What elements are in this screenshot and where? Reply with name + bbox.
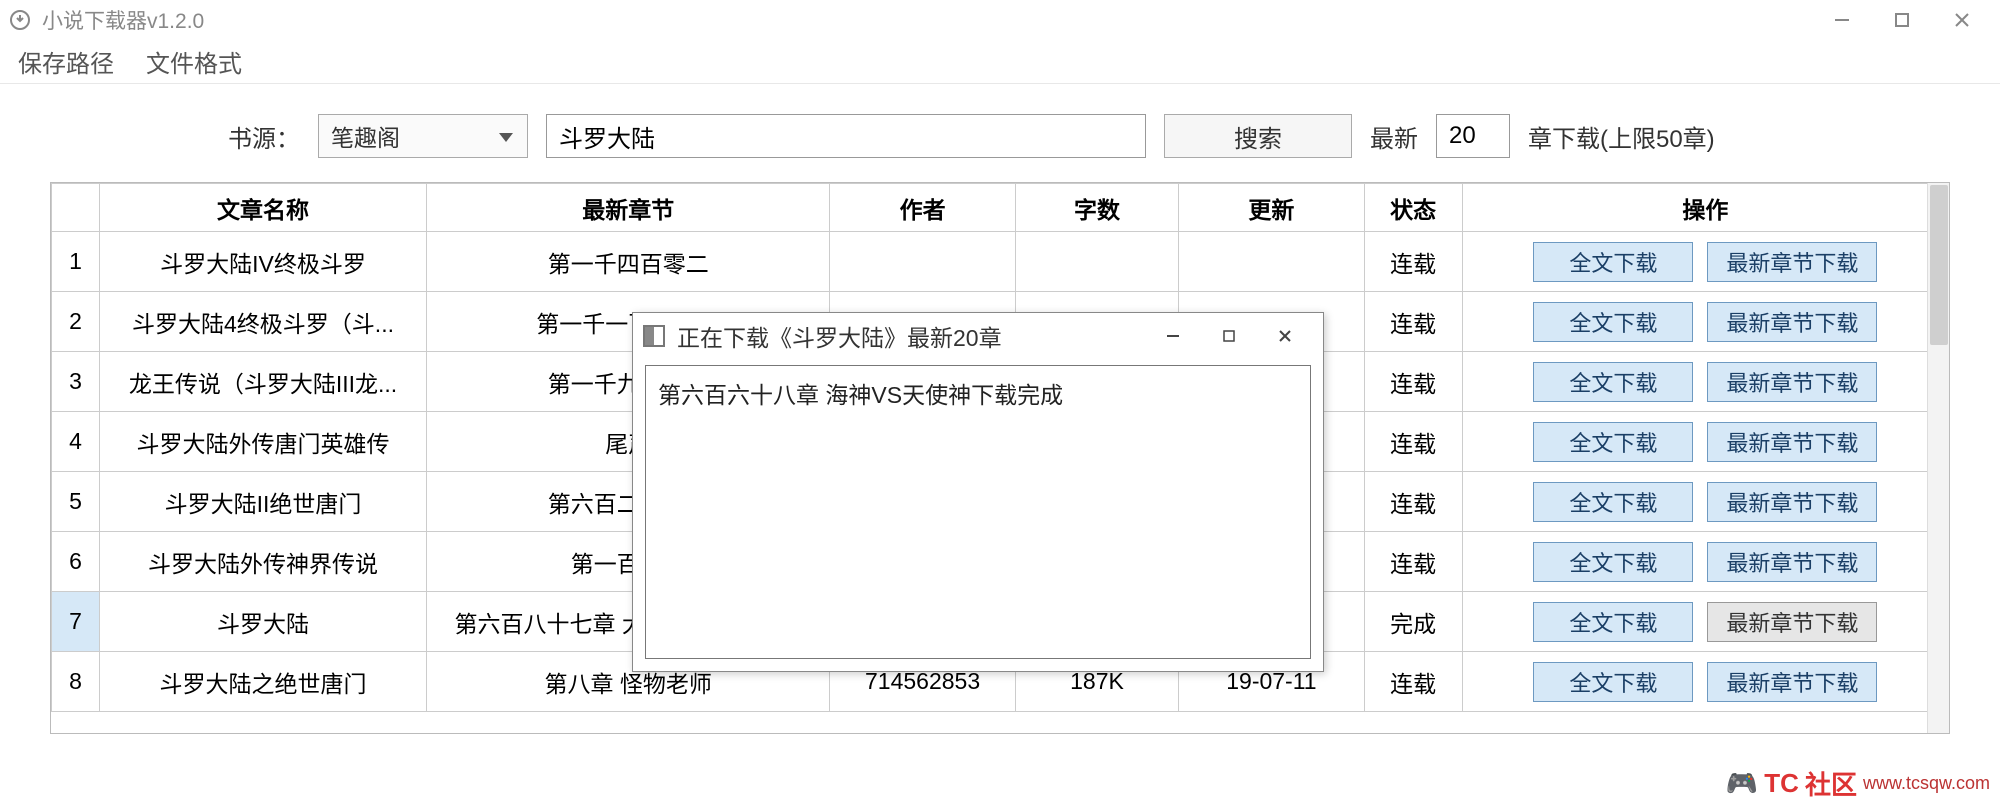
scrollbar-thumb[interactable] [1930, 185, 1948, 345]
dialog-minimize-button[interactable] [1145, 316, 1201, 356]
cell-idx: 1 [52, 232, 100, 292]
table-header-row: 文章名称 最新章节 作者 字数 更新 状态 操作 [52, 184, 1949, 232]
download-full-button[interactable]: 全文下载 [1533, 362, 1693, 402]
chapter-suffix: 章下载(上限50章) [1528, 119, 1715, 154]
titlebar: 小说下载器v1.2.0 [0, 0, 2000, 40]
dialog-body: 第六百六十八章 海神VS天使神下载完成 [645, 365, 1311, 659]
cell-author [830, 232, 1015, 292]
dialog-icon [643, 325, 665, 347]
download-latest-button[interactable]: 最新章节下载 [1707, 422, 1877, 462]
cell-status: 连载 [1364, 232, 1462, 292]
maximize-button[interactable] [1872, 0, 1932, 40]
menu-save-path[interactable]: 保存路径 [18, 44, 114, 79]
cell-title: 斗罗大陆之绝世唐门 [99, 652, 426, 712]
menu-file-format[interactable]: 文件格式 [146, 44, 242, 79]
cell-idx: 6 [52, 532, 100, 592]
cell-title: 斗罗大陆IV终极斗罗 [99, 232, 426, 292]
col-idx[interactable] [52, 184, 100, 232]
download-latest-button[interactable]: 最新章节下载 [1707, 242, 1877, 282]
download-full-button[interactable]: 全文下载 [1533, 542, 1693, 582]
col-title[interactable]: 文章名称 [99, 184, 426, 232]
download-latest-button[interactable]: 最新章节下载 [1707, 482, 1877, 522]
col-status[interactable]: 状态 [1364, 184, 1462, 232]
cell-chapter: 第一千四百零二 [427, 232, 830, 292]
source-label: 书源： [228, 119, 300, 154]
cell-idx: 4 [52, 412, 100, 472]
search-button[interactable]: 搜索 [1164, 114, 1352, 158]
table-row[interactable]: 1斗罗大陆IV终极斗罗第一千四百零二连载全文下载最新章节下载 [52, 232, 1949, 292]
download-latest-button[interactable]: 最新章节下载 [1707, 542, 1877, 582]
cell-idx: 8 [52, 652, 100, 712]
download-full-button[interactable]: 全文下载 [1533, 662, 1693, 702]
cell-idx: 2 [52, 292, 100, 352]
search-input[interactable] [546, 114, 1146, 158]
cell-update [1179, 232, 1364, 292]
cell-action: 全文下载最新章节下载 [1462, 592, 1948, 652]
source-select[interactable]: 笔趣阁 [318, 114, 528, 158]
cell-action: 全文下载最新章节下载 [1462, 532, 1948, 592]
cell-idx: 5 [52, 472, 100, 532]
watermark-url: www.tcsqw.com [1863, 773, 1990, 794]
dialog-content: 第六百六十八章 海神VS天使神下载完成 [658, 382, 1063, 408]
download-full-button[interactable]: 全文下载 [1533, 302, 1693, 342]
cell-title: 斗罗大陆 [99, 592, 426, 652]
download-latest-button[interactable]: 最新章节下载 [1707, 302, 1877, 342]
cell-status: 连载 [1364, 652, 1462, 712]
col-author[interactable]: 作者 [830, 184, 1015, 232]
cell-title: 斗罗大陆II绝世唐门 [99, 472, 426, 532]
dialog-title: 正在下载《斗罗大陆》最新20章 [677, 319, 1002, 353]
cell-title: 斗罗大陆4终极斗罗（斗... [99, 292, 426, 352]
watermark: 🎮 TC 社区 www.tcsqw.com [1726, 765, 1990, 802]
download-latest-button[interactable]: 最新章节下载 [1707, 662, 1877, 702]
table-scrollbar[interactable] [1927, 183, 1949, 733]
cell-title: 斗罗大陆外传神界传说 [99, 532, 426, 592]
cell-action: 全文下载最新章节下载 [1462, 472, 1948, 532]
cell-idx: 3 [52, 352, 100, 412]
cell-action: 全文下载最新章节下载 [1462, 232, 1948, 292]
source-value: 笔趣阁 [331, 119, 400, 153]
dialog-titlebar: 正在下载《斗罗大陆》最新20章 [633, 313, 1323, 359]
cell-status: 连载 [1364, 292, 1462, 352]
minimize-button[interactable] [1812, 0, 1872, 40]
cell-action: 全文下载最新章节下载 [1462, 412, 1948, 472]
col-update[interactable]: 更新 [1179, 184, 1364, 232]
cell-idx: 7 [52, 592, 100, 652]
download-full-button[interactable]: 全文下载 [1533, 242, 1693, 282]
dialog-maximize-button[interactable] [1201, 316, 1257, 356]
cell-status: 连载 [1364, 352, 1462, 412]
cell-status: 连载 [1364, 412, 1462, 472]
col-words[interactable]: 字数 [1015, 184, 1179, 232]
col-action[interactable]: 操作 [1462, 184, 1948, 232]
cell-action: 全文下载最新章节下载 [1462, 652, 1948, 712]
menubar: 保存路径 文件格式 [0, 40, 2000, 84]
cell-title: 斗罗大陆外传唐门英雄传 [99, 412, 426, 472]
cell-status: 连载 [1364, 532, 1462, 592]
download-latest-button[interactable]: 最新章节下载 [1707, 602, 1877, 642]
searchbar: 书源： 笔趣阁 搜索 最新 章下载(上限50章) [0, 84, 2000, 182]
dialog-close-button[interactable] [1257, 316, 1313, 356]
latest-label: 最新 [1370, 119, 1418, 154]
download-dialog: 正在下载《斗罗大陆》最新20章 第六百六十八章 海神VS天使神下载完成 [632, 312, 1324, 672]
cell-action: 全文下载最新章节下载 [1462, 292, 1948, 352]
count-input[interactable] [1436, 114, 1510, 158]
app-icon [8, 8, 32, 32]
download-full-button[interactable]: 全文下载 [1533, 422, 1693, 462]
app-title: 小说下载器v1.2.0 [42, 5, 204, 35]
cell-status: 完成 [1364, 592, 1462, 652]
watermark-suffix: 社区 [1805, 765, 1857, 802]
cell-words [1015, 232, 1179, 292]
close-button[interactable] [1932, 0, 1992, 40]
watermark-main: TC [1764, 768, 1799, 799]
download-full-button[interactable]: 全文下载 [1533, 602, 1693, 642]
col-chapter[interactable]: 最新章节 [427, 184, 830, 232]
cell-action: 全文下载最新章节下载 [1462, 352, 1948, 412]
cell-status: 连载 [1364, 472, 1462, 532]
cell-title: 龙王传说（斗罗大陆III龙... [99, 352, 426, 412]
download-full-button[interactable]: 全文下载 [1533, 482, 1693, 522]
download-latest-button[interactable]: 最新章节下载 [1707, 362, 1877, 402]
